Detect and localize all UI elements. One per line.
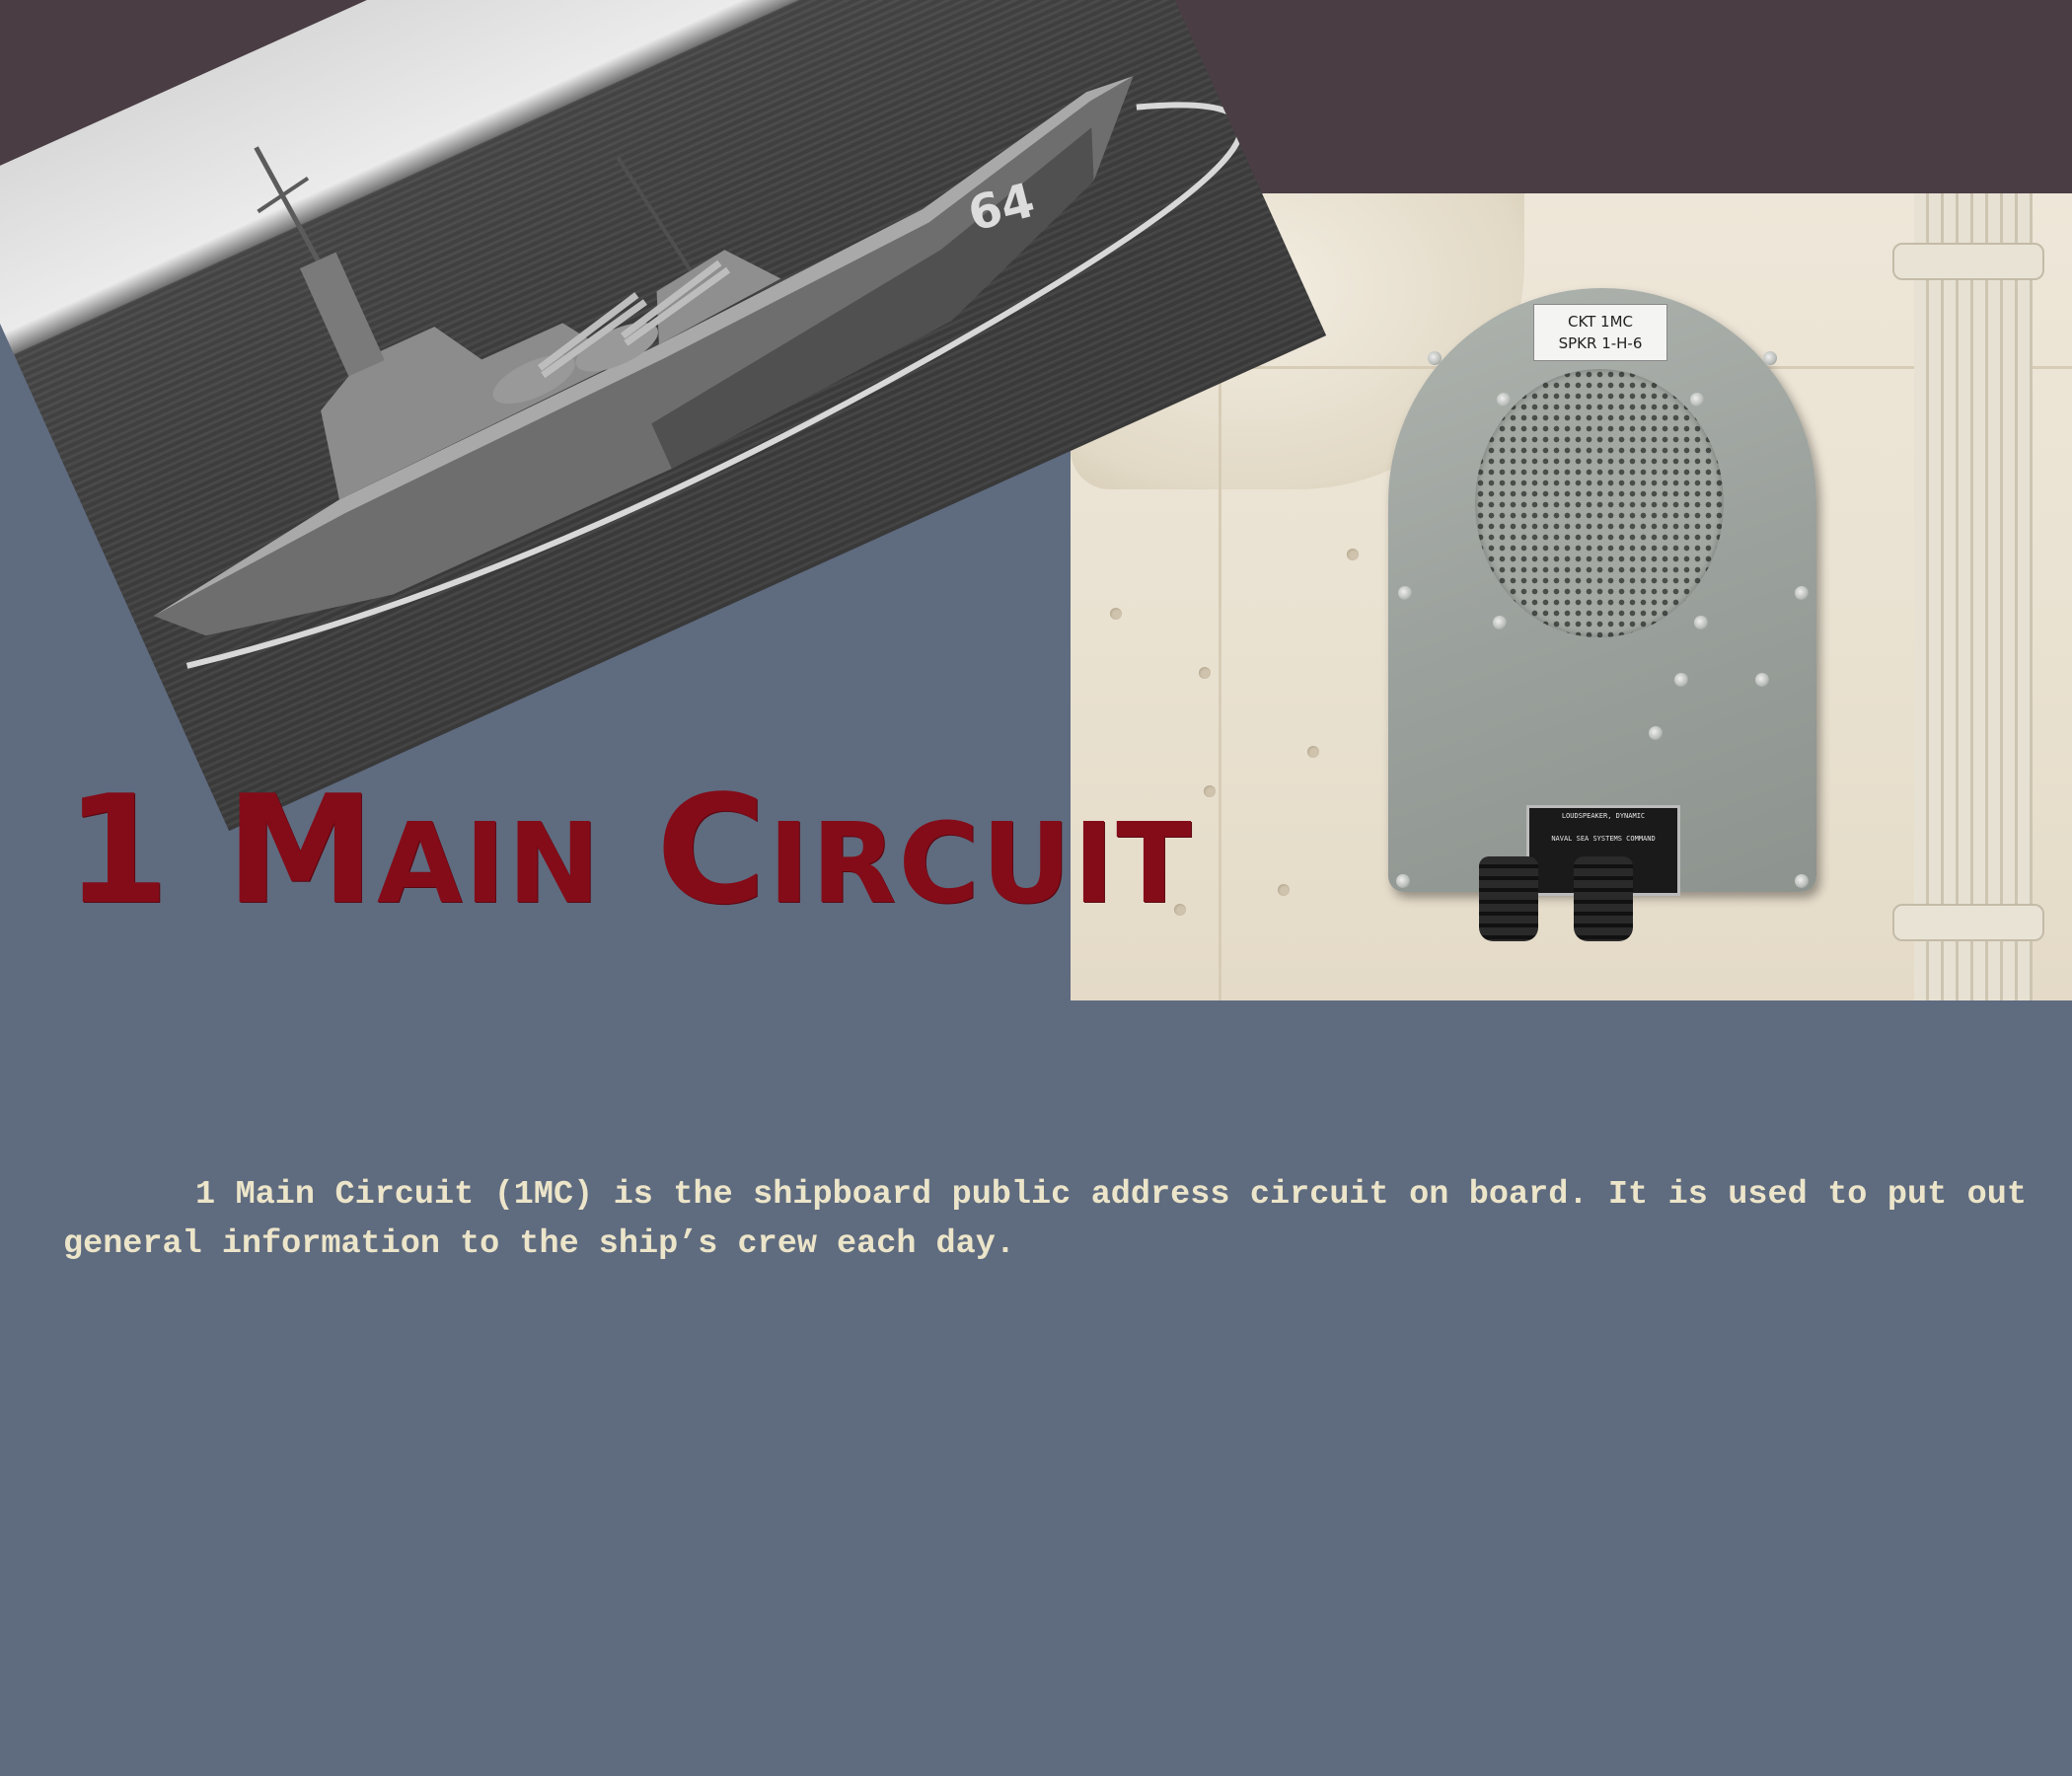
loudspeaker-box: CKT 1MC SPKR 1-H-6 LOUDSPEAKER, DYNAMIC … (1388, 288, 1816, 896)
ship-tower (299, 252, 385, 377)
page-title: 1 MAIN CIRCUIT (65, 763, 1194, 937)
screw-icon (1497, 393, 1511, 407)
body-paragraph: 1 Main Circuit (1MC) is the shipboard pu… (63, 1176, 2027, 1263)
speaker-label-line1: CKT 1MC (1567, 313, 1634, 331)
nameplate-line2: NAVAL SEA SYSTEMS COMMAND (1551, 835, 1656, 843)
nameplate-line1: LOUDSPEAKER, DYNAMIC (1561, 812, 1646, 820)
rivet (1110, 608, 1122, 620)
speaker-grille (1475, 369, 1724, 637)
screw-icon (1428, 351, 1442, 365)
speaker-label: CKT 1MC SPKR 1-H-6 (1533, 304, 1667, 361)
screw-icon (1396, 874, 1410, 888)
rivet (1347, 549, 1359, 560)
screw-icon (1649, 726, 1663, 740)
ship-mast (254, 146, 321, 262)
screw-icon (1493, 616, 1507, 629)
screw-icon (1398, 586, 1412, 600)
ship-forward-mast (616, 156, 693, 272)
screw-icon (1694, 616, 1708, 629)
screw-icon (1763, 351, 1777, 365)
cable-gland (1574, 856, 1633, 941)
speaker-label-line2: SPKR 1-H-6 (1558, 334, 1643, 352)
screw-icon (1690, 393, 1704, 407)
screw-icon (1674, 673, 1688, 687)
screw-icon (1795, 874, 1809, 888)
cable-clamp (1892, 904, 2044, 941)
cable-clamp (1892, 243, 2044, 280)
cable-gland (1479, 856, 1538, 941)
screw-icon (1755, 673, 1769, 687)
cable-bundle (1914, 193, 2033, 1000)
rivet (1199, 667, 1211, 679)
ship-yard (257, 176, 310, 214)
ship-hull (153, 76, 1134, 636)
rivet (1204, 785, 1216, 797)
screw-icon (1795, 586, 1809, 600)
rivet (1307, 746, 1319, 758)
rivet (1278, 884, 1290, 896)
